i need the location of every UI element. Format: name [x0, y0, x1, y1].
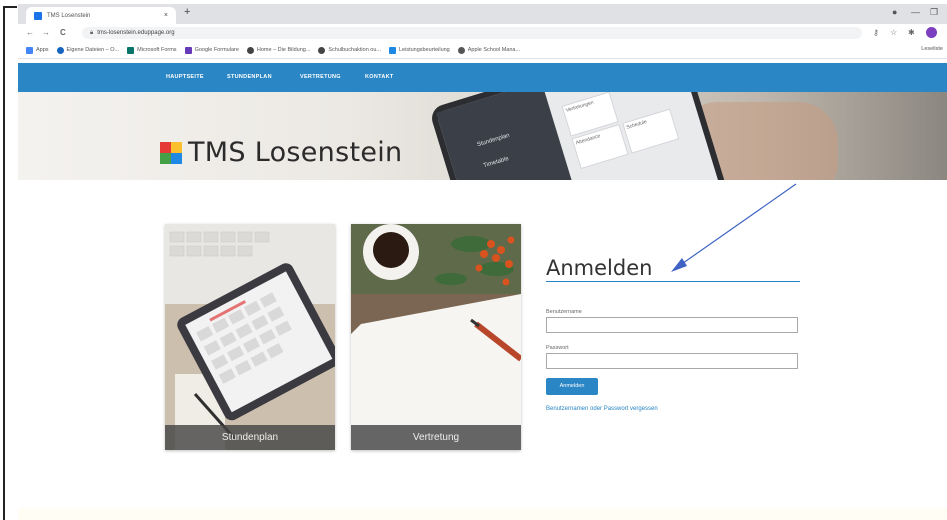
page-bottom	[18, 508, 947, 520]
annotation-arrow	[671, 183, 797, 272]
